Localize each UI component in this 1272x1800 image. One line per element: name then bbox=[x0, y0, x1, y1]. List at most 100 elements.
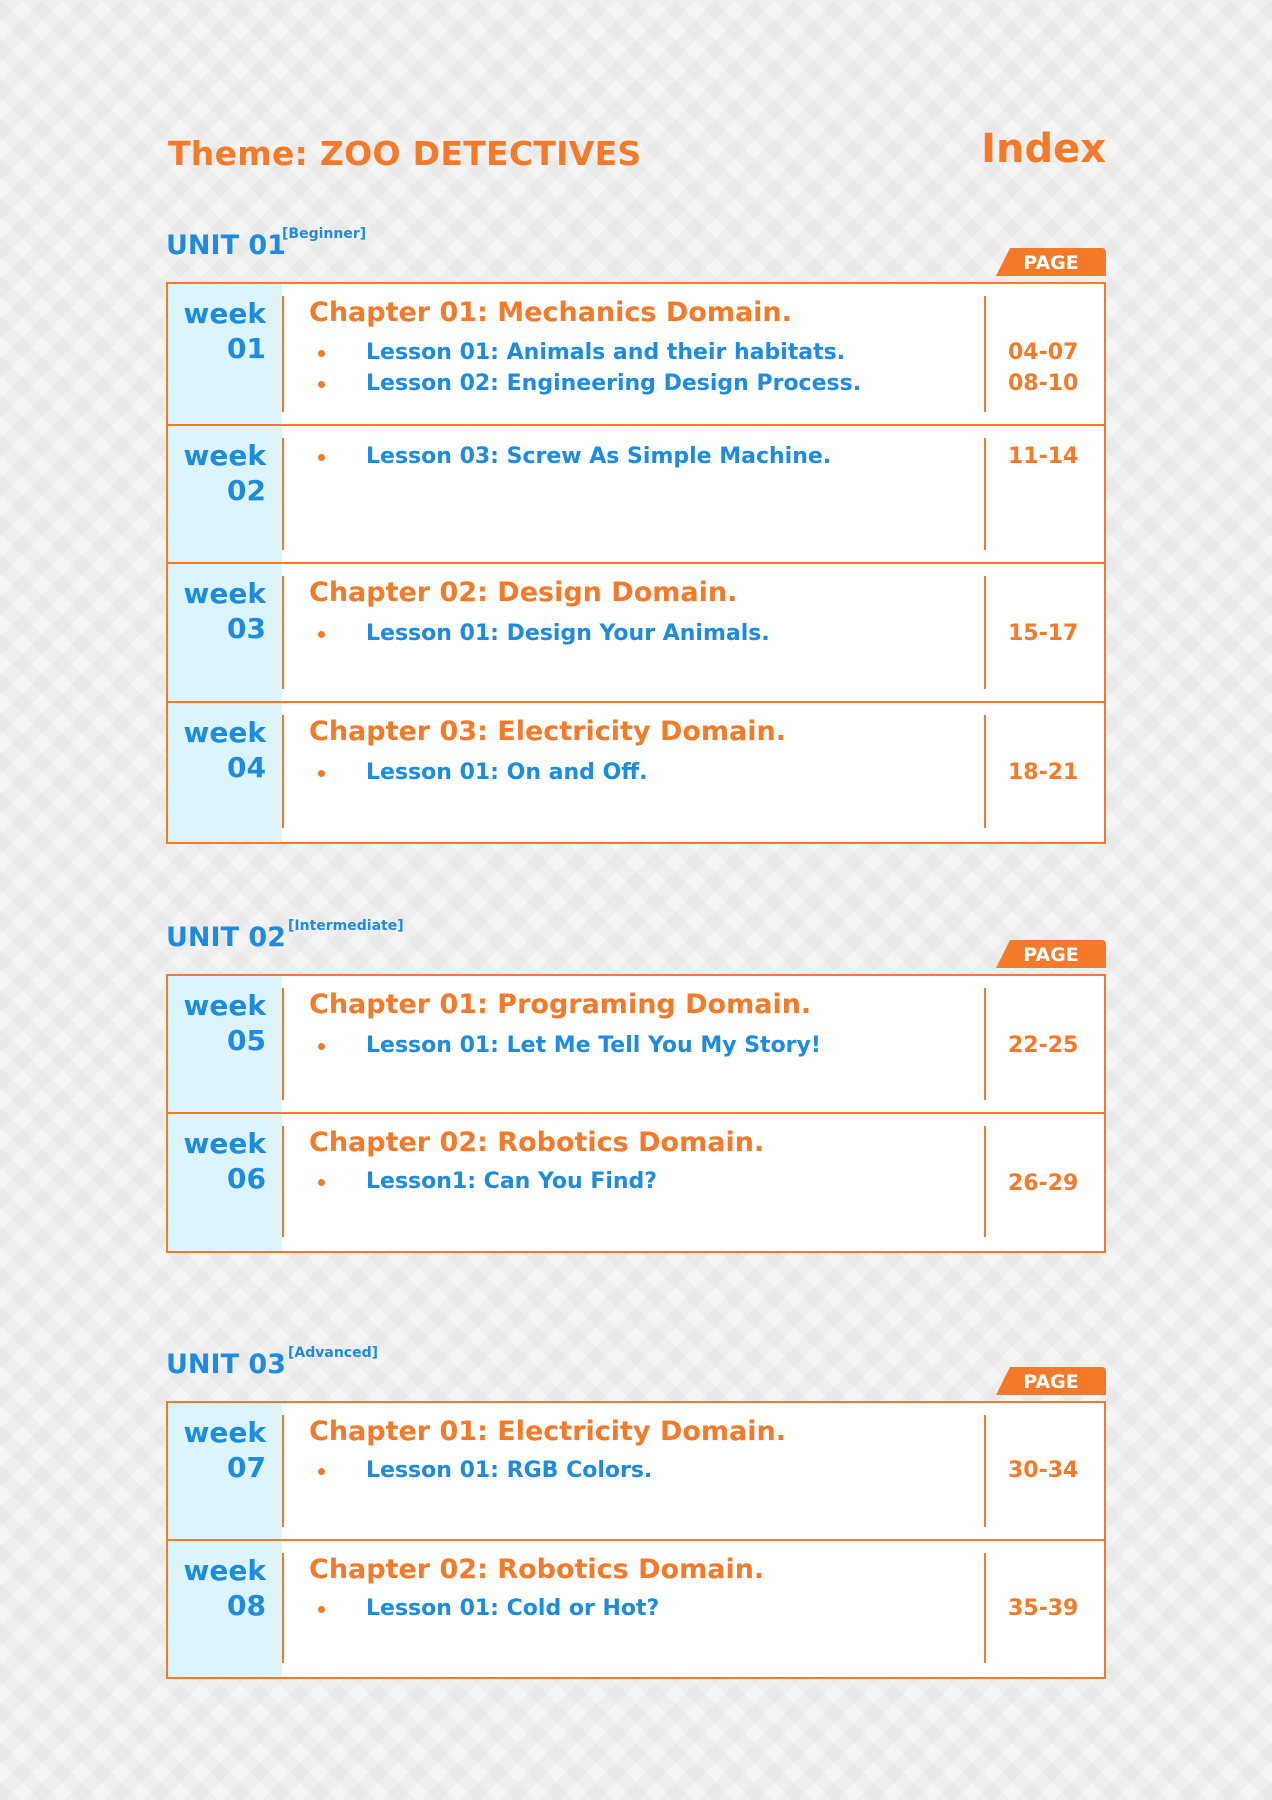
page-range: 04-07 bbox=[1008, 340, 1079, 365]
week-word: week bbox=[183, 989, 266, 1022]
week-row: week 02 Lesson 03: Screw As Simple Machi… bbox=[168, 424, 1104, 562]
lesson-title: Lesson1: Can You Find? bbox=[366, 1169, 658, 1194]
pages-cell: 15-17 bbox=[984, 564, 1104, 701]
lesson-title: Lesson 03: Screw As Simple Machine. bbox=[366, 444, 832, 469]
page-column-tab: PAGE bbox=[996, 940, 1106, 968]
unit-title: UNIT 02 bbox=[166, 922, 286, 953]
lesson-item: Lesson 01: On and Off. bbox=[309, 757, 984, 788]
bullet-icon bbox=[318, 1043, 325, 1050]
unit-title: UNIT 03 bbox=[166, 1349, 286, 1380]
lesson-item: Lesson 03: Screw As Simple Machine. bbox=[309, 441, 984, 472]
page-range: 08-10 bbox=[1008, 371, 1079, 396]
page-range: 15-17 bbox=[1008, 621, 1079, 646]
lesson-item: Lesson 01: Design Your Animals. bbox=[309, 618, 984, 649]
week-word: week bbox=[183, 716, 266, 749]
lesson-item: Lesson 01: Cold or Hot? bbox=[309, 1593, 984, 1624]
unit-header: UNIT 01 [Beginner] PAGE bbox=[166, 226, 1106, 282]
week-label: week 01 bbox=[168, 284, 282, 424]
week-label: week 02 bbox=[168, 426, 282, 562]
chapter-title: Chapter 02: Robotics Domain. bbox=[309, 1127, 765, 1158]
unit-table: week 05 Chapter 01: Programing Domain. L… bbox=[166, 974, 1106, 1253]
chapter-title: Chapter 01: Programing Domain. bbox=[309, 989, 812, 1020]
unit-header: UNIT 03 [Advanced] PAGE bbox=[166, 1345, 1106, 1401]
unit-level: [Intermediate] bbox=[288, 918, 404, 934]
unit-header: UNIT 02 [Intermediate] PAGE bbox=[166, 918, 1106, 974]
index-title: Index bbox=[981, 126, 1106, 172]
page-range: 18-21 bbox=[1008, 760, 1079, 785]
unit-title: UNIT 01 bbox=[166, 230, 286, 261]
week-content: Chapter 01: Programing Domain. Lesson 01… bbox=[282, 976, 984, 1112]
chapter-title: Chapter 02: Robotics Domain. bbox=[309, 1554, 765, 1585]
week-row: week 03 Chapter 02: Design Domain. Lesso… bbox=[168, 562, 1104, 701]
week-row: week 06 Chapter 02: Robotics Domain. Les… bbox=[168, 1112, 1104, 1251]
week-number: 06 bbox=[227, 1162, 266, 1195]
week-word: week bbox=[183, 297, 266, 330]
week-content: Chapter 02: Robotics Domain. Lesson 01: … bbox=[282, 1541, 984, 1677]
unit-table: week 07 Chapter 01: Electricity Domain. … bbox=[166, 1401, 1106, 1679]
pages-cell: 35-39 bbox=[984, 1541, 1104, 1677]
week-number: 04 bbox=[227, 751, 266, 784]
lesson-title: Lesson 02: Engineering Design Process. bbox=[366, 371, 862, 396]
week-row: week 04 Chapter 03: Electricity Domain. … bbox=[168, 701, 1104, 842]
bullet-icon bbox=[318, 631, 325, 638]
chapter-title: Chapter 03: Electricity Domain. bbox=[309, 716, 786, 747]
bullet-icon bbox=[318, 770, 325, 777]
unit-table: week 01 Chapter 01: Mechanics Domain. Le… bbox=[166, 282, 1106, 844]
week-number: 05 bbox=[227, 1024, 266, 1057]
lesson-title: Lesson 01: Design Your Animals. bbox=[366, 621, 770, 646]
week-row: week 08 Chapter 02: Robotics Domain. Les… bbox=[168, 1539, 1104, 1677]
unit-section: UNIT 03 [Advanced] PAGE week 07 Chapter … bbox=[166, 1345, 1106, 1679]
week-label: week 05 bbox=[168, 976, 282, 1112]
pages-cell: 18-21 bbox=[984, 703, 1104, 842]
pages-cell: 26-29 bbox=[984, 1114, 1104, 1251]
week-content: Chapter 02: Design Domain. Lesson 01: De… bbox=[282, 564, 984, 701]
unit-section: UNIT 02 [Intermediate] PAGE week 05 Chap… bbox=[166, 918, 1106, 1253]
week-label: week 08 bbox=[168, 1541, 282, 1677]
page-column-tab: PAGE bbox=[996, 248, 1106, 276]
week-content: Lesson 03: Screw As Simple Machine. bbox=[282, 426, 984, 562]
pages-cell: 30-34 bbox=[984, 1403, 1104, 1539]
theme-title: Theme: ZOO DETECTIVES bbox=[168, 134, 642, 173]
week-content: Chapter 01: Mechanics Domain. Lesson 01:… bbox=[282, 284, 984, 424]
week-label: week 04 bbox=[168, 703, 282, 842]
page-range: 11-14 bbox=[1008, 444, 1079, 469]
lesson-item: Lesson1: Can You Find? bbox=[309, 1166, 984, 1197]
lesson-item: Lesson 01: RGB Colors. bbox=[309, 1455, 984, 1486]
week-number: 08 bbox=[227, 1589, 266, 1622]
unit-section: UNIT 01 [Beginner] PAGE week 01 Chapter … bbox=[166, 226, 1106, 844]
bullet-icon bbox=[318, 1606, 325, 1613]
week-row: week 01 Chapter 01: Mechanics Domain. Le… bbox=[168, 284, 1104, 424]
week-label: week 03 bbox=[168, 564, 282, 701]
week-number: 07 bbox=[227, 1451, 266, 1484]
pages-cell: 04-07 08-10 bbox=[984, 284, 1104, 424]
week-label: week 07 bbox=[168, 1403, 282, 1539]
lesson-item: Lesson 01: Animals and their habitats. bbox=[309, 337, 984, 368]
unit-level: [Beginner] bbox=[282, 226, 367, 242]
page-range: 35-39 bbox=[1008, 1596, 1079, 1621]
unit-level: [Advanced] bbox=[288, 1345, 379, 1361]
pages-cell: 11-14 bbox=[984, 426, 1104, 562]
lesson-title: Lesson 01: Animals and their habitats. bbox=[366, 340, 846, 365]
week-number: 01 bbox=[227, 332, 266, 365]
chapter-title: Chapter 01: Mechanics Domain. bbox=[309, 297, 792, 328]
page-range: 30-34 bbox=[1008, 1458, 1079, 1483]
lesson-item: Lesson 02: Engineering Design Process. bbox=[309, 368, 984, 399]
week-content: Chapter 03: Electricity Domain. Lesson 0… bbox=[282, 703, 984, 842]
bullet-icon bbox=[318, 1468, 325, 1475]
chapter-title: Chapter 01: Electricity Domain. bbox=[309, 1416, 786, 1447]
lesson-item: Lesson 01: Let Me Tell You My Story! bbox=[309, 1030, 984, 1061]
chapter-title: Chapter 02: Design Domain. bbox=[309, 577, 738, 608]
week-content: Chapter 02: Robotics Domain. Lesson1: Ca… bbox=[282, 1114, 984, 1251]
week-content: Chapter 01: Electricity Domain. Lesson 0… bbox=[282, 1403, 984, 1539]
bullet-icon bbox=[318, 350, 325, 357]
week-word: week bbox=[183, 1554, 266, 1587]
week-label: week 06 bbox=[168, 1114, 282, 1251]
week-word: week bbox=[183, 439, 266, 472]
lesson-title: Lesson 01: RGB Colors. bbox=[366, 1458, 653, 1483]
week-number: 03 bbox=[227, 612, 266, 645]
lesson-title: Lesson 01: Let Me Tell You My Story! bbox=[366, 1033, 821, 1058]
week-word: week bbox=[183, 1127, 266, 1160]
week-number: 02 bbox=[227, 474, 266, 507]
lesson-title: Lesson 01: On and Off. bbox=[366, 760, 648, 785]
lesson-title: Lesson 01: Cold or Hot? bbox=[366, 1596, 660, 1621]
